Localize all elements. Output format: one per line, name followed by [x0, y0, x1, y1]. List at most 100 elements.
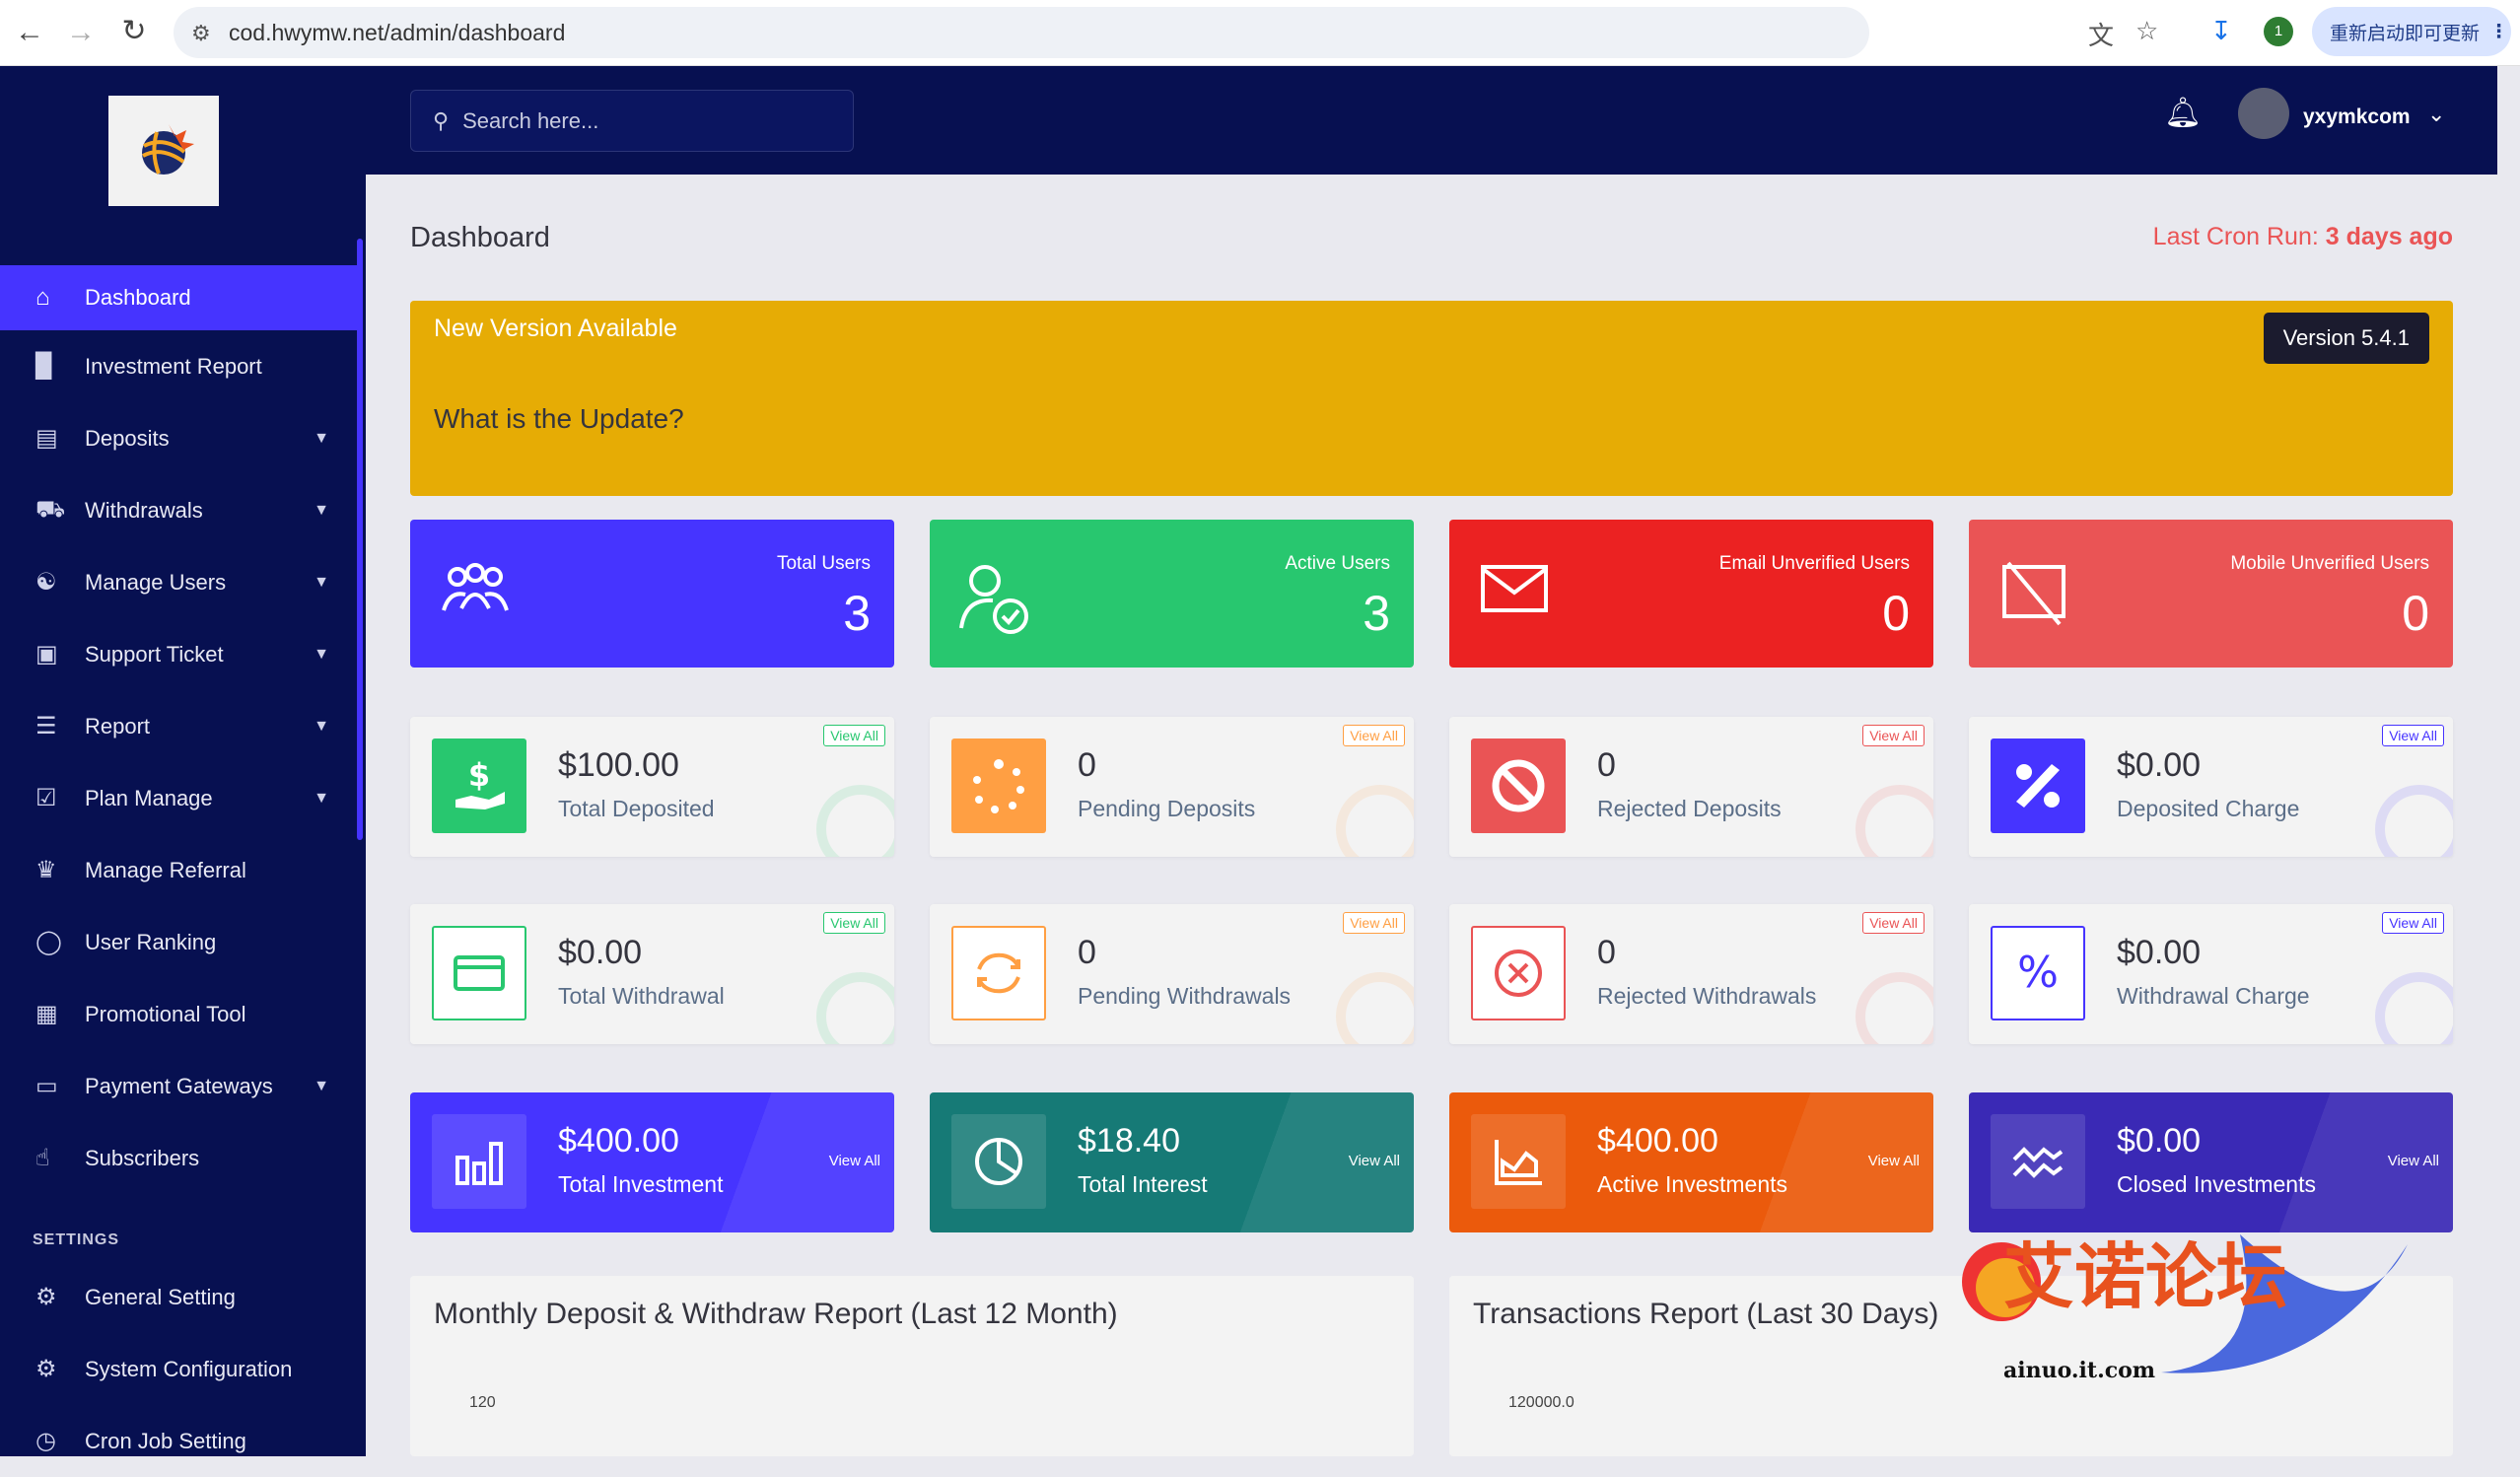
avatar[interactable]	[2238, 88, 2289, 139]
view-all-button[interactable]: View All	[823, 725, 885, 746]
stat-label: Mobile Unverified Users	[2230, 553, 2429, 574]
stat-amount: 0	[1597, 934, 1616, 971]
ticket-icon: ▣	[35, 641, 58, 668]
chart-title: Monthly Deposit & Withdraw Report (Last …	[434, 1298, 1118, 1330]
investment-stat-card: $400.00 Total Investment View All	[410, 1092, 894, 1232]
sidebar-item-manage-users[interactable]: ☯ Manage Users ▼	[0, 546, 357, 618]
times-circle-icon	[1471, 926, 1566, 1020]
stat-value: 3	[843, 586, 871, 641]
chevron-down-icon[interactable]: ⌄	[2427, 102, 2445, 127]
investment-stat-card: $400.00 Active Investments View All	[1449, 1092, 1933, 1232]
image-icon: ▦	[35, 1001, 58, 1027]
bell-icon[interactable]: 🔔︎	[2164, 96, 2202, 130]
update-banner: New Version Available What is the Update…	[410, 301, 2453, 496]
users-group-icon	[436, 559, 515, 630]
stat-amount: 0	[1078, 934, 1096, 971]
chevron-down-icon: ▼	[314, 1077, 329, 1094]
site-settings-icon[interactable]: ⚙	[191, 21, 211, 46]
sidebar-item-manage-referral[interactable]: ♛ Manage Referral	[0, 834, 357, 906]
sidebar-item-label: User Ranking	[85, 929, 217, 954]
username[interactable]: yxymkcom	[2303, 106, 2411, 129]
decorative-icon	[792, 948, 894, 1044]
user-stat-card[interactable]: Email Unverified Users 0	[1449, 520, 1933, 668]
finance-stat-card: $0.00 Total Withdrawal View All	[410, 904, 894, 1044]
decorative-icon	[1311, 948, 1414, 1044]
stat-label: Active Users	[1285, 553, 1390, 574]
sidebar-item-label: Investment Report	[85, 353, 262, 379]
reload-icon[interactable]: ↻	[108, 14, 160, 48]
sidebar-item-promotional-tool[interactable]: ▦ Promotional Tool	[0, 978, 357, 1050]
banner-heading: New Version Available	[434, 315, 677, 342]
address-bar[interactable]: ⚙ cod.hwymw.net/admin/dashboard	[174, 7, 1869, 58]
stat-value: 0	[2402, 586, 2429, 641]
extension-badge[interactable]: 1	[2264, 17, 2293, 46]
thumbs-up-icon: ☝	[35, 1145, 50, 1171]
sidebar-item-withdrawals[interactable]: ⛟ Withdrawals ▼	[0, 474, 357, 546]
view-all-button[interactable]: View All	[829, 1153, 880, 1169]
sidebar-item-label: General Setting	[85, 1284, 236, 1309]
deposit-stats-row: $ $100.00 Total Deposited View All 0 Pen…	[410, 717, 2453, 857]
sidebar-item-investment-report[interactable]: ▉ Investment Report	[0, 330, 357, 402]
sidebar-item-general-setting[interactable]: ⚙ General Setting	[0, 1261, 357, 1333]
sidebar-scrollbar[interactable]	[357, 239, 363, 840]
view-all-button[interactable]: View All	[1349, 1153, 1400, 1169]
mobile-slash-icon	[1995, 559, 2073, 630]
sidebar-item-label: Cron Job Setting	[85, 1428, 246, 1453]
browser-update-button[interactable]: 重新启动即可更新 ⋮	[2312, 7, 2511, 56]
view-all-button[interactable]: View All	[1862, 912, 1925, 934]
user-check-icon	[955, 559, 1034, 634]
user-stat-card[interactable]: Active Users 3	[930, 520, 1414, 668]
watermark-logo: 艾诺论坛 ainuo.it.com	[1944, 1225, 2408, 1392]
finance-stat-card: $0.00 Deposited Charge View All	[1969, 717, 2453, 857]
stat-amount: $0.00	[2117, 934, 2202, 971]
sidebar-item-system-configuration[interactable]: ⚙ System Configuration	[0, 1333, 357, 1405]
sidebar-item-dashboard[interactable]: ⌂ Dashboard	[0, 265, 357, 330]
sidebar-item-label: Manage Users	[85, 569, 227, 595]
sidebar-item-payment-gateways[interactable]: ▭ Payment Gateways ▼	[0, 1050, 357, 1122]
banner-question[interactable]: What is the Update?	[434, 403, 684, 435]
download-icon[interactable]: ↧	[2210, 16, 2232, 46]
svg-text:%: %	[2017, 948, 2059, 998]
user-stat-card[interactable]: Total Users 3	[410, 520, 894, 668]
percent-outline-icon: %	[1991, 926, 2085, 1020]
wallet-card-icon	[432, 926, 526, 1020]
sidebar-item-subscribers[interactable]: ☝ Subscribers	[0, 1122, 357, 1194]
stat-label: Total Users	[776, 553, 871, 574]
bookmark-star-icon[interactable]: ☆	[2135, 16, 2158, 46]
envelope-icon	[1475, 559, 1554, 630]
sync-icon	[951, 926, 1046, 1020]
view-all-button[interactable]: View All	[1343, 725, 1405, 746]
translate-icon[interactable]: 文	[2088, 16, 2114, 52]
stat-amount: $0.00	[2117, 746, 2202, 784]
sidebar-item-label: Payment Gateways	[85, 1073, 273, 1098]
sidebar-item-user-ranking[interactable]: ◯ User Ranking	[0, 906, 357, 978]
view-all-button[interactable]: View All	[1868, 1153, 1920, 1169]
view-all-button[interactable]: View All	[2382, 912, 2444, 934]
search-input[interactable]: ⚲ Search here...	[410, 90, 854, 152]
stat-caption: Deposited Charge	[2117, 796, 2300, 821]
stat-amount: 0	[1078, 746, 1096, 784]
sidebar-item-cron-job-setting[interactable]: ◷ Cron Job Setting	[0, 1405, 357, 1477]
view-all-button[interactable]: View All	[1343, 912, 1405, 934]
view-all-button[interactable]: View All	[2382, 725, 2444, 746]
view-all-button[interactable]: View All	[1862, 725, 1925, 746]
sidebar-item-label: Withdrawals	[85, 497, 203, 523]
stat-amount: $0.00	[558, 934, 643, 971]
sidebar-item-deposits[interactable]: ▤ Deposits ▼	[0, 402, 357, 474]
user-stat-card[interactable]: Mobile Unverified Users 0	[1969, 520, 2453, 668]
logo-icon	[142, 124, 194, 175]
sidebar-item-support-ticket[interactable]: ▣ Support Ticket ▼	[0, 618, 357, 690]
wave-icon	[1991, 1114, 2085, 1209]
sidebar-item-report[interactable]: ☰ Report ▼	[0, 690, 357, 762]
decorative-icon	[2350, 948, 2453, 1044]
users-icon: ☯	[35, 569, 57, 596]
forward-icon[interactable]: →	[55, 16, 106, 49]
user-stats-row: Total Users 3 Active Users 3 Email Unver…	[410, 520, 2453, 668]
cron-value: 3 days ago	[2325, 223, 2453, 250]
sidebar-item-plan-manage[interactable]: ☑ Plan Manage ▼	[0, 762, 357, 834]
view-all-button[interactable]: View All	[823, 912, 885, 934]
back-icon[interactable]: ←	[4, 16, 55, 49]
site-logo[interactable]	[108, 96, 219, 206]
stat-value: 3	[1363, 586, 1390, 641]
view-all-button[interactable]: View All	[2388, 1153, 2439, 1169]
